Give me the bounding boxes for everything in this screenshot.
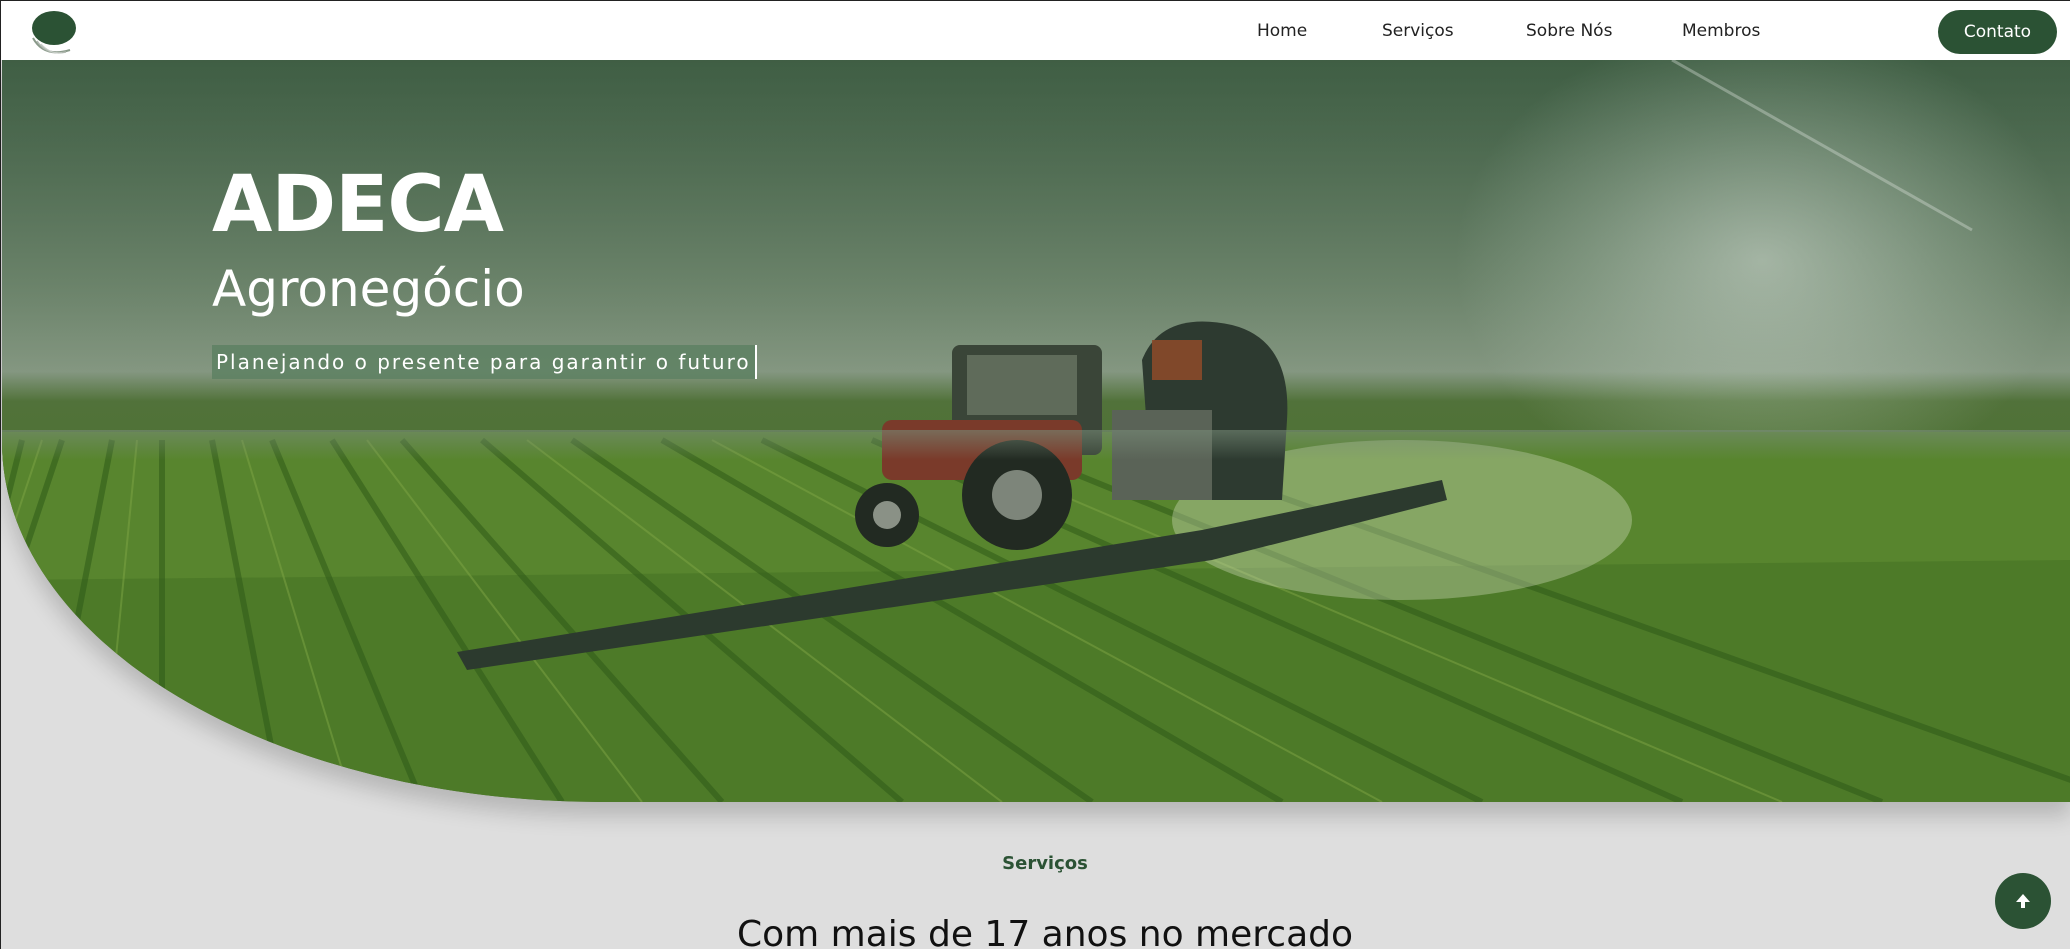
hero-subtitle: Agronegócio (212, 260, 525, 318)
leaf-logo-icon[interactable] (30, 8, 78, 56)
services-label: Serviços (1002, 853, 1088, 874)
nav-membros[interactable]: Membros (1682, 21, 1760, 41)
navbar: Home Serviços Sobre Nós Membros Contato (1, 0, 2070, 60)
nav-home[interactable]: Home (1257, 21, 1307, 41)
nav-sobre-nos[interactable]: Sobre Nós (1526, 21, 1612, 41)
scroll-top-button[interactable] (1995, 873, 2051, 929)
services-heading: Com mais de 17 anos no mercado (736, 914, 1354, 949)
hero-banner: ADECA Agronegócio Planejando o presente … (2, 60, 2070, 802)
nav-servicos[interactable]: Serviços (1382, 21, 1454, 41)
hero-tagline: Planejando o presente para garantir o fu… (212, 345, 757, 379)
horizon-haze (2, 430, 2070, 460)
hero-title: ADECA (212, 160, 504, 250)
arrow-up-icon (2016, 894, 2030, 908)
contact-button[interactable]: Contato (1938, 10, 2057, 54)
